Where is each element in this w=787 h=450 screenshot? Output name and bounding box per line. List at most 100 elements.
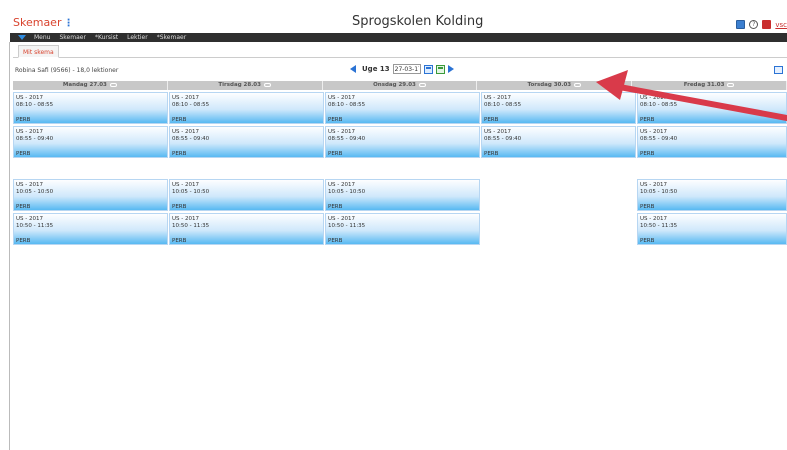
exit-icon[interactable]	[762, 20, 772, 29]
lesson-block[interactable]: US - 2017 10:50 - 11:35 PERB	[637, 213, 787, 245]
lesson-time: 10:05 - 10:50	[328, 189, 366, 195]
lesson-block[interactable]: US - 2017 10:50 - 11:35 PERB	[325, 213, 480, 245]
lesson-block[interactable]: US - 2017 08:55 - 09:40 PERB	[481, 126, 636, 158]
lesson-room: PERB	[484, 117, 499, 123]
help-icon[interactable]: ?	[749, 20, 759, 29]
lesson-room: PERB	[328, 117, 343, 123]
lesson-time: 08:55 - 09:40	[328, 136, 366, 142]
day-label: Tirsdag 28.03	[218, 82, 261, 88]
lesson-time: 10:50 - 11:35	[640, 223, 678, 229]
lesson-time: 08:55 - 09:40	[484, 136, 522, 142]
lesson-time: 08:10 - 08:55	[640, 102, 678, 108]
lesson-time: 08:10 - 08:55	[16, 102, 54, 108]
lesson-block[interactable]: US - 2017 10:50 - 11:35 PERB	[169, 213, 324, 245]
lesson-title: US - 2017	[16, 95, 43, 101]
lesson-room: PERB	[328, 151, 343, 157]
lesson-block[interactable]: US - 2017 08:55 - 09:40 PERB	[325, 126, 480, 158]
kebab-menu-icon[interactable]: ⋮	[63, 18, 73, 29]
lesson-block[interactable]: US - 2017 10:50 - 11:35 PERB	[13, 213, 168, 245]
lesson-room: PERB	[172, 238, 187, 244]
lesson-title: US - 2017	[328, 95, 355, 101]
lesson-time: 10:50 - 11:35	[16, 223, 54, 229]
day-header-torsdag: Torsdag 30.03	[477, 81, 633, 90]
lesson-title: US - 2017	[640, 95, 667, 101]
day-header-onsdag: Onsdag 29.03	[322, 81, 478, 90]
comment-icon[interactable]	[727, 82, 735, 87]
left-gutter	[0, 42, 10, 450]
lesson-block[interactable]: US - 2017 08:10 - 08:55 PERB	[637, 92, 787, 124]
comment-icon[interactable]	[263, 82, 271, 87]
comment-icon[interactable]	[574, 82, 582, 87]
lesson-room: PERB	[640, 204, 655, 210]
comment-icon[interactable]	[418, 82, 426, 87]
lesson-title: US - 2017	[172, 216, 199, 222]
week-navigation: Uge 13	[350, 64, 454, 74]
next-week-icon[interactable]	[447, 65, 454, 73]
date-field[interactable]	[392, 64, 421, 74]
print-icon[interactable]	[774, 66, 783, 74]
app-title-label: Skemaer	[13, 16, 62, 29]
lesson-title: US - 2017	[640, 182, 667, 188]
lesson-title: US - 2017	[328, 129, 355, 135]
menu-item-kursist[interactable]: *Kursist	[95, 34, 118, 41]
calendar-today-icon[interactable]	[435, 64, 445, 74]
lesson-time: 08:55 - 09:40	[16, 136, 54, 142]
lesson-title: US - 2017	[328, 182, 355, 188]
lesson-block[interactable]: US - 2017 08:10 - 08:55 PERB	[169, 92, 324, 124]
lesson-room: PERB	[640, 117, 655, 123]
lesson-block[interactable]: US - 2017 08:55 - 09:40 PERB	[637, 126, 787, 158]
lesson-title: US - 2017	[172, 129, 199, 135]
comment-icon[interactable]	[109, 82, 117, 87]
lesson-time: 10:05 - 10:50	[172, 189, 210, 195]
lesson-block[interactable]: US - 2017 08:55 - 09:40 PERB	[13, 126, 168, 158]
lesson-room: PERB	[16, 204, 31, 210]
lesson-block[interactable]: US - 2017 10:05 - 10:50 PERB	[325, 179, 480, 211]
tab-mit-skema[interactable]: Mit skema	[18, 45, 59, 58]
lesson-block[interactable]: US - 2017 10:05 - 10:50 PERB	[637, 179, 787, 211]
lesson-time: 08:10 - 08:55	[328, 102, 366, 108]
app-title[interactable]: Skemaer ⋮	[13, 16, 73, 29]
lesson-room: PERB	[640, 238, 655, 244]
school-name: Sprogskolen Kolding	[352, 14, 484, 29]
lesson-block[interactable]: US - 2017 08:10 - 08:55 PERB	[481, 92, 636, 124]
lesson-block[interactable]: US - 2017 08:55 - 09:40 PERB	[169, 126, 324, 158]
lesson-title: US - 2017	[16, 182, 43, 188]
lesson-block[interactable]: US - 2017 08:10 - 08:55 PERB	[325, 92, 480, 124]
lesson-room: PERB	[16, 238, 31, 244]
lesson-block[interactable]: US - 2017 08:10 - 08:55 PERB	[13, 92, 168, 124]
user-link[interactable]: vsc	[775, 21, 787, 29]
lesson-room: PERB	[16, 151, 31, 157]
day-label: Torsdag 30.03	[527, 82, 572, 88]
lesson-time: 08:10 - 08:55	[172, 102, 210, 108]
lesson-title: US - 2017	[484, 129, 511, 135]
menu-item-menu[interactable]: Menu	[34, 34, 50, 41]
day-label: Fredag 31.03	[683, 82, 725, 88]
day-header-mandag: Mandag 27.03	[13, 81, 168, 90]
teacher-info: Robina Safi (9566) - 18,0 lektioner	[15, 67, 119, 74]
lesson-room: PERB	[640, 151, 655, 157]
lesson-title: US - 2017	[640, 129, 667, 135]
top-bar: Skemaer ⋮ Sprogskolen Kolding ? vsc	[0, 0, 787, 33]
previous-week-icon[interactable]	[350, 65, 356, 73]
lesson-time: 10:05 - 10:50	[640, 189, 678, 195]
menu-item-skemaer[interactable]: Skemaer	[59, 34, 85, 41]
chart-icon[interactable]	[736, 20, 746, 29]
menu-item-skemaer-2[interactable]: *Skemaer	[157, 34, 186, 41]
lesson-time: 08:10 - 08:55	[484, 102, 522, 108]
lesson-title: US - 2017	[328, 216, 355, 222]
menu-item-lektier[interactable]: Lektier	[127, 34, 148, 41]
lesson-title: US - 2017	[16, 216, 43, 222]
lesson-room: PERB	[172, 204, 187, 210]
day-header-fredag: Fredag 31.03	[632, 81, 787, 90]
lesson-title: US - 2017	[16, 129, 43, 135]
lesson-title: US - 2017	[640, 216, 667, 222]
calendar-icon[interactable]	[423, 64, 433, 74]
day-label: Mandag 27.03	[62, 82, 107, 88]
lesson-room: PERB	[484, 151, 499, 157]
lesson-time: 08:55 - 09:40	[172, 136, 210, 142]
lesson-block[interactable]: US - 2017 10:05 - 10:50 PERB	[13, 179, 168, 211]
menu-caret-icon[interactable]	[18, 35, 26, 40]
schedule-info-bar: Robina Safi (9566) - 18,0 lektioner Uge …	[13, 62, 787, 76]
lesson-time: 10:05 - 10:50	[16, 189, 54, 195]
lesson-block[interactable]: US - 2017 10:05 - 10:50 PERB	[169, 179, 324, 211]
